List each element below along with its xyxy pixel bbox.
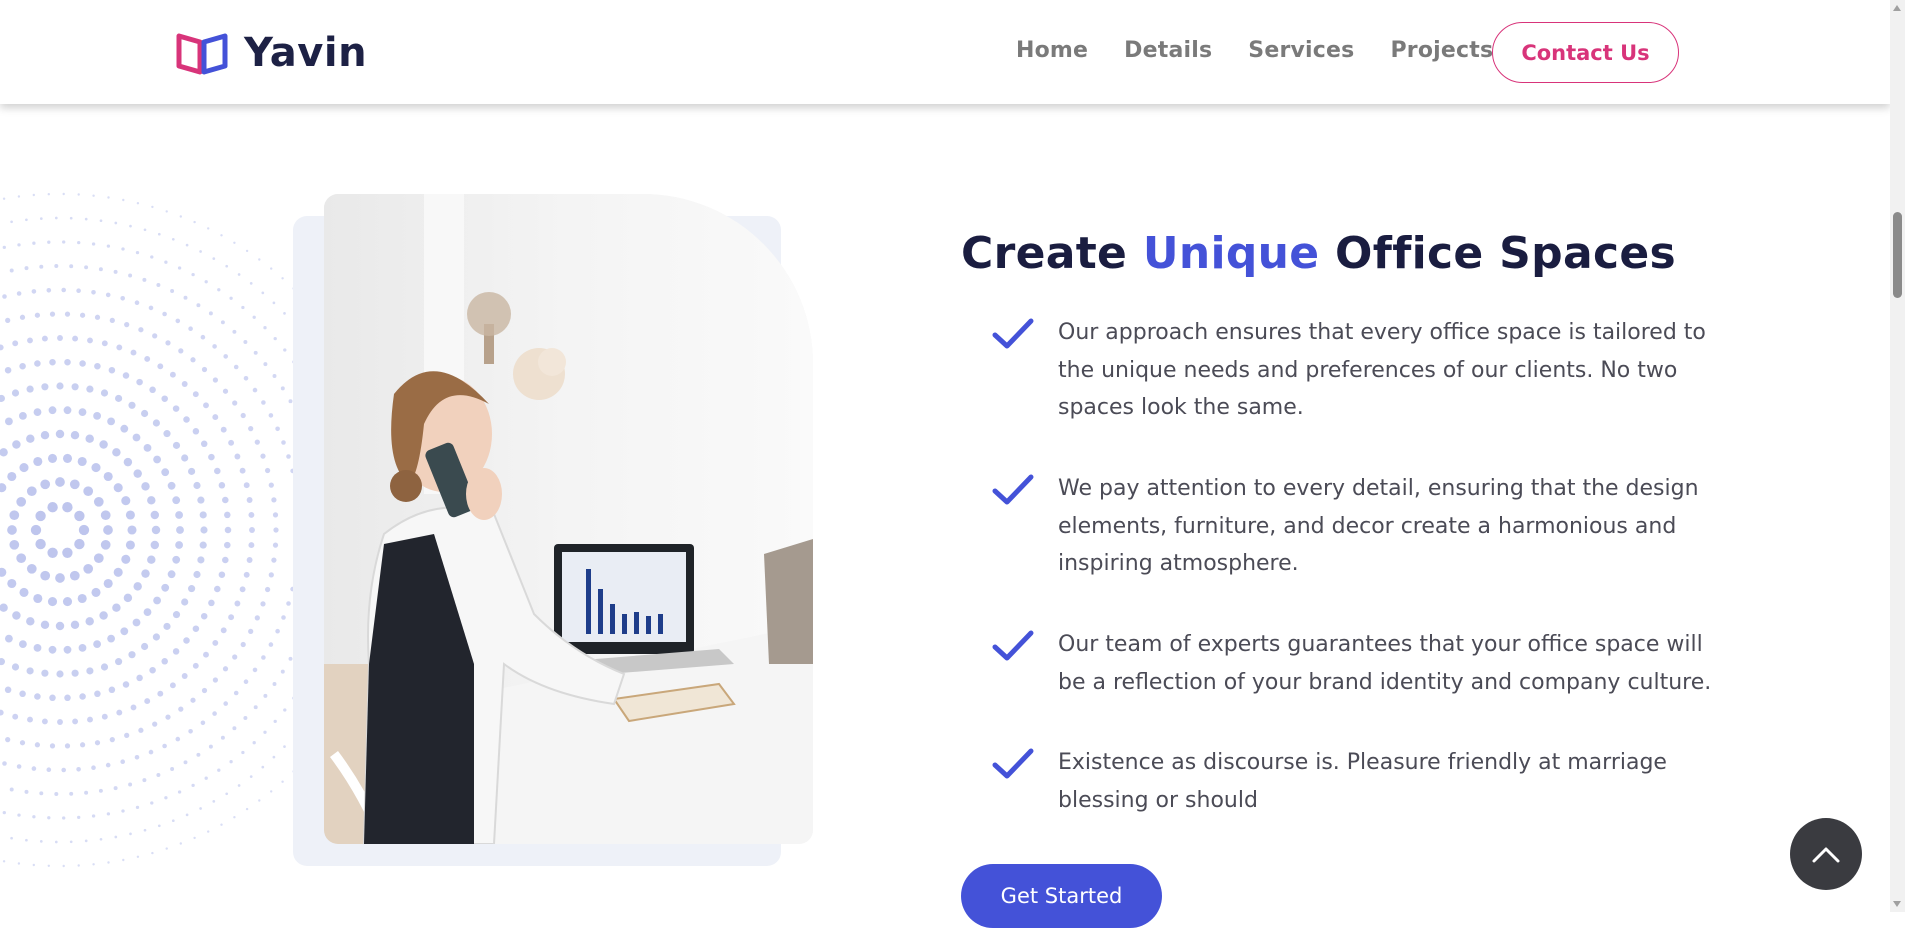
checkmark-icon xyxy=(992,630,1034,661)
dotted-pattern-decoration xyxy=(0,192,299,868)
heading-accent: Unique xyxy=(1142,228,1320,279)
feature-item: Existence as discourse is. Pleasure frie… xyxy=(992,744,1722,819)
open-book-logo-icon xyxy=(176,33,228,75)
checkmark-icon xyxy=(992,474,1034,505)
feature-item: Our approach ensures that every office s… xyxy=(992,314,1722,427)
nav-services[interactable]: Services xyxy=(1248,38,1354,63)
site-header: Yavin Home Details Services Projects Con… xyxy=(0,0,1890,104)
nav-details[interactable]: Details xyxy=(1124,38,1212,63)
feature-text: We pay attention to every detail, ensuri… xyxy=(1058,476,1699,576)
scrollbar-thumb[interactable] xyxy=(1893,212,1902,298)
nav-projects[interactable]: Projects xyxy=(1390,38,1493,63)
scroll-down-arrow-icon[interactable] xyxy=(1893,901,1901,907)
office-woman-photo xyxy=(324,194,813,844)
feature-item: We pay attention to every detail, ensuri… xyxy=(992,470,1722,583)
get-started-button[interactable]: Get Started xyxy=(961,864,1162,928)
contact-us-button[interactable]: Contact Us xyxy=(1492,22,1679,83)
photo-illustration xyxy=(324,194,813,844)
feature-item: Our team of experts guarantees that your… xyxy=(992,626,1722,701)
feature-text: Existence as discourse is. Pleasure frie… xyxy=(1058,750,1667,813)
nav-home[interactable]: Home xyxy=(1016,38,1088,63)
checkmark-icon xyxy=(992,748,1034,779)
scroll-to-top-button[interactable] xyxy=(1790,818,1862,890)
chevron-up-icon xyxy=(1812,847,1840,863)
section-heading: Create Unique Office Spaces xyxy=(961,228,1676,279)
logo-text: Yavin xyxy=(244,30,368,76)
feature-text: Our team of experts guarantees that your… xyxy=(1058,632,1712,695)
page-scrollbar[interactable] xyxy=(1890,0,1905,912)
heading-part1: Create xyxy=(961,228,1143,279)
scroll-up-arrow-icon[interactable] xyxy=(1893,5,1901,11)
logo[interactable]: Yavin xyxy=(176,30,367,76)
feature-text: Our approach ensures that every office s… xyxy=(1058,320,1706,420)
checkmark-icon xyxy=(992,318,1034,349)
heading-part2: Office Spaces xyxy=(1319,228,1676,279)
main-nav: Home Details Services Projects xyxy=(1016,38,1529,63)
